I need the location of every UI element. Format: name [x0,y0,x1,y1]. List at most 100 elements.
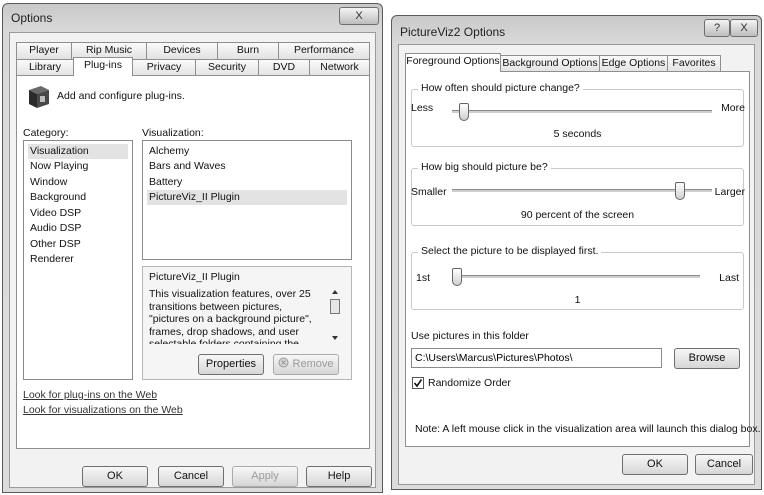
properties-button-label: Properties [205,358,257,370]
tab-label: Burn [236,44,260,56]
randomize-checkbox[interactable] [412,377,424,389]
tab-label: Plug-ins [84,59,122,71]
slider-track [452,189,712,193]
category-item-window[interactable]: Window [28,175,128,190]
plugin-detail-title: PictureViz_II Plugin [149,271,240,283]
tab-library[interactable]: Library [16,59,74,76]
checkmark-icon [413,379,423,388]
size-min-label: Smaller [411,186,447,198]
foreground-options-panel: How often should picture change? Less Mo… [405,71,761,447]
tab-plug-ins[interactable]: Plug-ins [73,57,133,76]
cancel-button[interactable]: Cancel [158,466,224,487]
description-scrollbar[interactable] [329,287,341,345]
cancel-button[interactable]: Cancel [695,454,753,475]
cancel-button-label: Cancel [173,470,209,482]
tab-network[interactable]: Network [309,59,370,76]
tab-background-options[interactable]: Background Options [500,55,600,72]
visualization-label: Visualization: [142,127,204,139]
visualization-item-pictureviz[interactable]: PictureViz_II Plugin [147,190,347,205]
browse-button[interactable]: Browse [674,348,740,369]
pictureviz-client: Foreground Options Background Options Ed… [398,44,761,485]
scroll-up-arrow-icon[interactable] [329,287,341,297]
visualization-list[interactable]: Alchemy Bars and Waves Battery PictureVi… [142,140,352,260]
change-max-label: More [721,102,745,114]
slider-thumb[interactable] [675,182,686,200]
change-min-label: Less [411,102,434,114]
tab-burn[interactable]: Burn [217,42,279,59]
tab-label: Security [208,61,246,73]
change-frequency-slider[interactable] [452,102,712,124]
category-item-video-dsp[interactable]: Video DSP [28,206,128,221]
category-item-other-dsp[interactable]: Other DSP [28,237,128,252]
tab-player[interactable]: Player [16,42,72,59]
size-value-text: 90 percent of the screen [520,209,635,221]
close-icon: X [355,10,363,22]
category-list[interactable]: Visualization Now Playing Window Backgro… [23,140,133,380]
picture-size-slider[interactable] [452,181,712,203]
scroll-thumb[interactable] [330,299,340,314]
close-button[interactable]: X [339,7,379,25]
ok-button[interactable]: OK [82,466,148,487]
apply-button-label: Apply [251,470,279,482]
category-item-background[interactable]: Background [28,190,128,205]
category-label: Category: [23,127,69,139]
ok-button[interactable]: OK [622,454,688,475]
folder-path-input[interactable] [411,348,662,368]
tab-security[interactable]: Security [195,59,259,76]
randomize-label[interactable]: Randomize Order [428,377,511,389]
help-button-label: Help [327,470,351,482]
tab-dvd[interactable]: DVD [258,59,310,76]
options-titlebar[interactable]: Options X [3,4,382,32]
tab-label: Edge Options [601,57,666,69]
category-item-renderer[interactable]: Renderer [28,252,128,267]
category-item-audio-dsp[interactable]: Audio DSP [28,221,128,236]
help-title-button[interactable]: ? [704,19,730,37]
remove-button-label: Remove [292,358,334,370]
visualization-item-alchemy[interactable]: Alchemy [147,144,347,159]
pictureviz-window: PictureViz2 Options ? X Foreground Optio… [391,15,762,490]
tab-label: Network [320,61,359,73]
slider-track [452,275,700,279]
tab-performance[interactable]: Performance [278,42,370,59]
category-item-now-playing[interactable]: Now Playing [28,159,128,174]
folder-label: Use pictures in this folder [411,330,529,342]
visualization-item-battery[interactable]: Battery [147,175,347,190]
tab-label: Foreground Options [406,55,500,67]
tab-privacy[interactable]: Privacy [132,59,196,76]
tab-label: Performance [293,44,355,56]
slider-thumb[interactable] [452,268,462,286]
visualization-item-bars-and-waves[interactable]: Bars and Waves [147,159,347,174]
scroll-down-arrow-icon[interactable] [329,333,341,343]
tab-devices[interactable]: Devices [146,42,218,59]
plugins-header-text: Add and configure plug-ins. [57,90,185,102]
properties-button[interactable]: Properties [198,354,264,375]
first-max-label: Last [719,272,739,284]
tab-edge-options[interactable]: Edge Options [599,55,668,72]
tab-label: Privacy [146,61,182,73]
tab-favorites[interactable]: Favorites [667,55,721,72]
apply-button[interactable]: Apply [232,466,298,487]
tab-label: Devices [163,44,201,56]
ok-button-label: OK [647,458,663,470]
link-plugins-web[interactable]: Look for plug-ins on the Web [23,389,157,401]
plugin-description: This visualization features, over 25 tra… [149,288,312,344]
tab-label: DVD [272,61,296,73]
slider-thumb[interactable] [459,103,470,121]
link-visualizations-web[interactable]: Look for visualizations on the Web [23,404,183,416]
slider-track [452,110,712,114]
close-button[interactable]: X [730,19,758,37]
change-value-text: 5 seconds [553,128,602,140]
category-item-visualization[interactable]: Visualization [28,144,128,159]
tab-label: Rip Music [85,44,133,56]
tab-label: Player [29,44,59,56]
tab-label: Favorites [672,57,716,69]
picture-size-group: How big should picture be? Smaller Large… [411,161,745,226]
remove-button[interactable]: Remove [273,354,339,375]
pictureviz-titlebar[interactable]: PictureViz2 Options ? X [392,16,761,44]
close-icon: X [740,22,748,34]
pictureviz-window-title: PictureViz2 Options [400,25,506,39]
browse-button-label: Browse [688,352,726,364]
tab-foreground-options[interactable]: Foreground Options [405,53,501,72]
help-button[interactable]: Help [306,466,372,487]
first-picture-slider[interactable] [452,267,700,289]
